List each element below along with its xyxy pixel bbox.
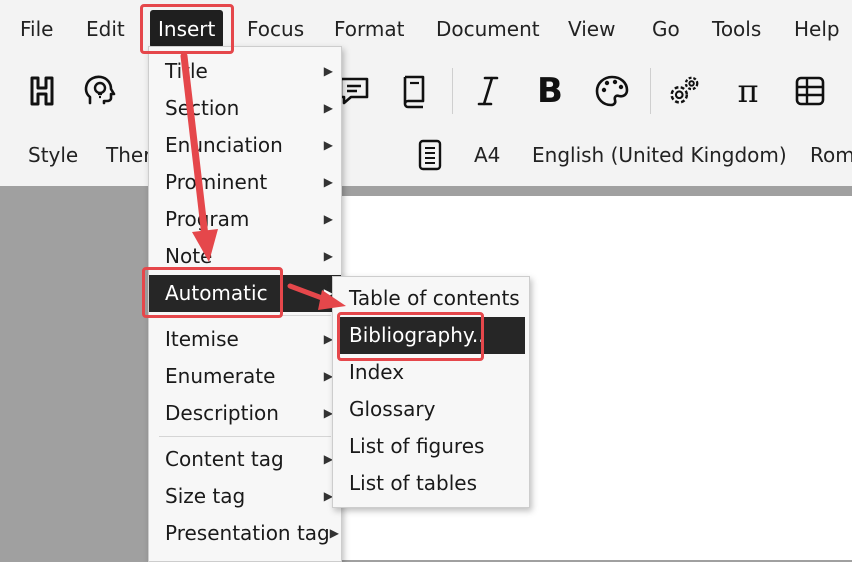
- font-dropdown[interactable]: Rom: [810, 142, 852, 168]
- language-dropdown[interactable]: English (United Kingdom): [532, 142, 787, 168]
- menu-item-list-of-tables[interactable]: List of tables: [333, 465, 529, 502]
- format-bar: Style Ther A4 English (United Kingdom) R…: [0, 126, 852, 186]
- toolbar: B π: [0, 58, 852, 126]
- chevron-right-icon: ▶: [323, 212, 333, 226]
- automatic-submenu: Table of contents Bibliography.. Index G…: [332, 276, 530, 508]
- italic-icon[interactable]: [470, 72, 506, 110]
- menu-tools[interactable]: Tools: [712, 16, 761, 42]
- chevron-right-icon: ▶: [323, 138, 333, 152]
- menu-item-prominent[interactable]: Prominent ▶: [149, 164, 341, 201]
- idea-icon[interactable]: [84, 72, 120, 110]
- menu-item-title[interactable]: Title ▶: [149, 53, 341, 90]
- menu-document[interactable]: Document: [436, 16, 540, 42]
- menu-item-table-of-contents[interactable]: Table of contents: [333, 280, 529, 317]
- chevron-right-icon: ▶: [323, 249, 333, 263]
- menu-item-size-tag[interactable]: Size tag ▶: [149, 478, 341, 515]
- menu-bar: File Edit Insert Focus Format Document V…: [0, 0, 852, 58]
- menu-view[interactable]: View: [568, 16, 615, 42]
- gears-icon[interactable]: [666, 72, 702, 110]
- menu-separator: [159, 436, 331, 437]
- menu-item-enumerate[interactable]: Enumerate ▶: [149, 358, 341, 395]
- menu-item-glossary[interactable]: Glossary: [333, 391, 529, 428]
- menu-file[interactable]: File: [20, 16, 53, 42]
- heading-icon[interactable]: [24, 72, 60, 110]
- chevron-right-icon: ▶: [329, 526, 339, 540]
- chevron-right-icon: ▶: [323, 101, 333, 115]
- chevron-right-icon: ▶: [323, 175, 333, 189]
- menu-item-automatic[interactable]: Automatic ▶: [149, 275, 341, 312]
- menu-separator: [159, 315, 331, 316]
- palette-icon[interactable]: [594, 72, 630, 110]
- table-icon[interactable]: [792, 72, 828, 110]
- document-icon[interactable]: [416, 138, 444, 172]
- chevron-right-icon: ▶: [323, 64, 333, 78]
- pi-icon[interactable]: π: [730, 72, 766, 110]
- style-dropdown[interactable]: Style: [28, 142, 78, 168]
- insert-menu: Title ▶ Section ▶ Enunciation ▶ Prominent ▶ …: [148, 46, 342, 562]
- menu-item-itemise[interactable]: Itemise ▶: [149, 321, 341, 358]
- menu-item-program[interactable]: Program ▶: [149, 201, 341, 238]
- menu-item-bibliography[interactable]: Bibliography..: [337, 317, 525, 354]
- menu-focus[interactable]: Focus: [247, 16, 304, 42]
- menu-item-list-of-figures[interactable]: List of figures: [333, 428, 529, 465]
- menu-item-enunciation[interactable]: Enunciation ▶: [149, 127, 341, 164]
- menu-go[interactable]: Go: [652, 16, 680, 42]
- bold-icon[interactable]: B: [532, 72, 568, 110]
- page-size-dropdown[interactable]: A4: [474, 142, 500, 168]
- book-icon[interactable]: [396, 72, 432, 110]
- menu-item-section[interactable]: Section ▶: [149, 90, 341, 127]
- menu-help[interactable]: Help: [794, 16, 840, 42]
- menu-item-index[interactable]: Index: [333, 354, 529, 391]
- menu-item-note[interactable]: Note ▶: [149, 238, 341, 275]
- menu-item-content-tag[interactable]: Content tag ▶: [149, 441, 341, 478]
- theme-dropdown[interactable]: Ther: [106, 142, 151, 168]
- menu-edit[interactable]: Edit: [86, 16, 125, 42]
- menu-item-presentation-tag[interactable]: Presentation tag ▶: [149, 515, 341, 552]
- menu-item-description[interactable]: Description ▶: [149, 395, 341, 432]
- menu-insert[interactable]: Insert: [150, 10, 224, 48]
- menu-format[interactable]: Format: [334, 16, 404, 42]
